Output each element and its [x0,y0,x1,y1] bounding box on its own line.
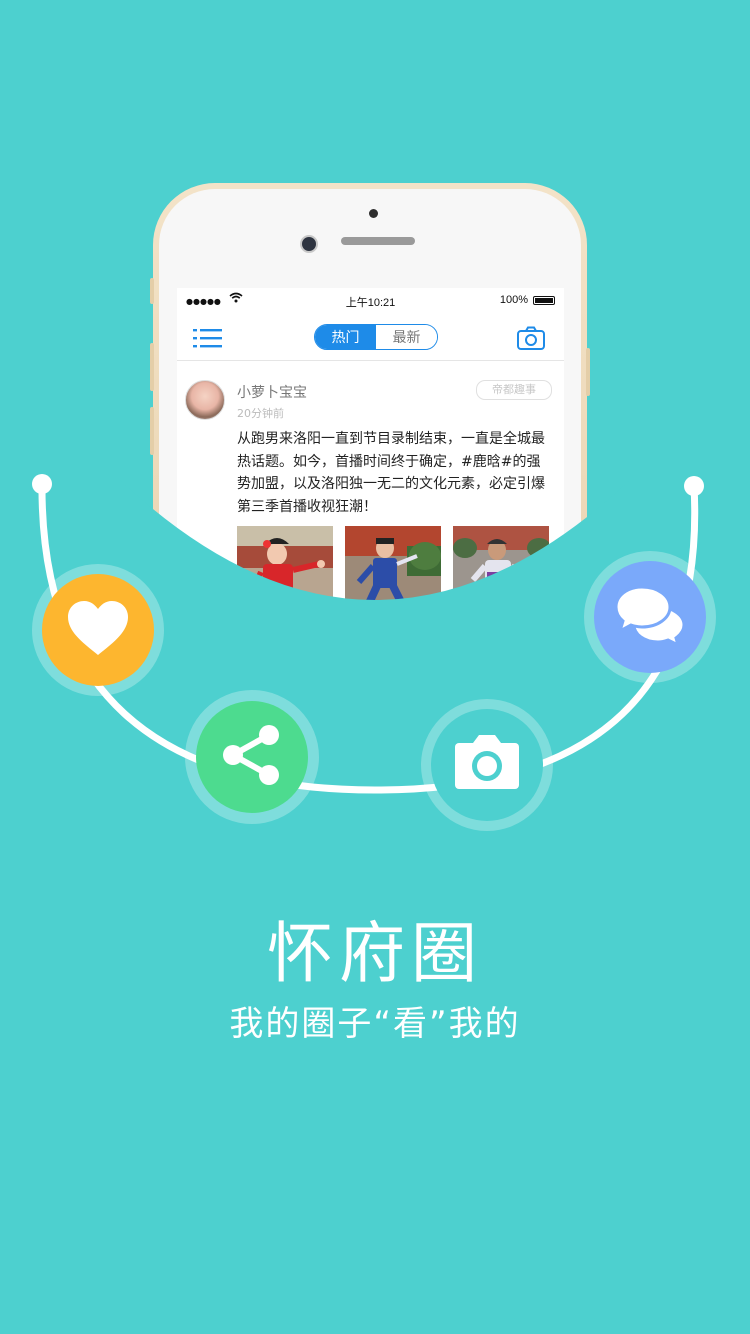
camera-button[interactable] [431,709,543,821]
share-button[interactable] [196,701,308,813]
share-icon [219,723,285,791]
chat-button[interactable] [594,561,706,673]
heart-icon [66,599,130,661]
arc-endpoint-left [32,474,52,494]
camera-icon [453,735,521,795]
app-slogan: 我的圈子“看”我的 [229,1004,521,1044]
app-title: 怀府圈 [267,915,483,992]
heart-button[interactable] [42,574,154,686]
chat-bubbles-icon [614,585,686,649]
arc-endpoint-right [684,476,704,496]
